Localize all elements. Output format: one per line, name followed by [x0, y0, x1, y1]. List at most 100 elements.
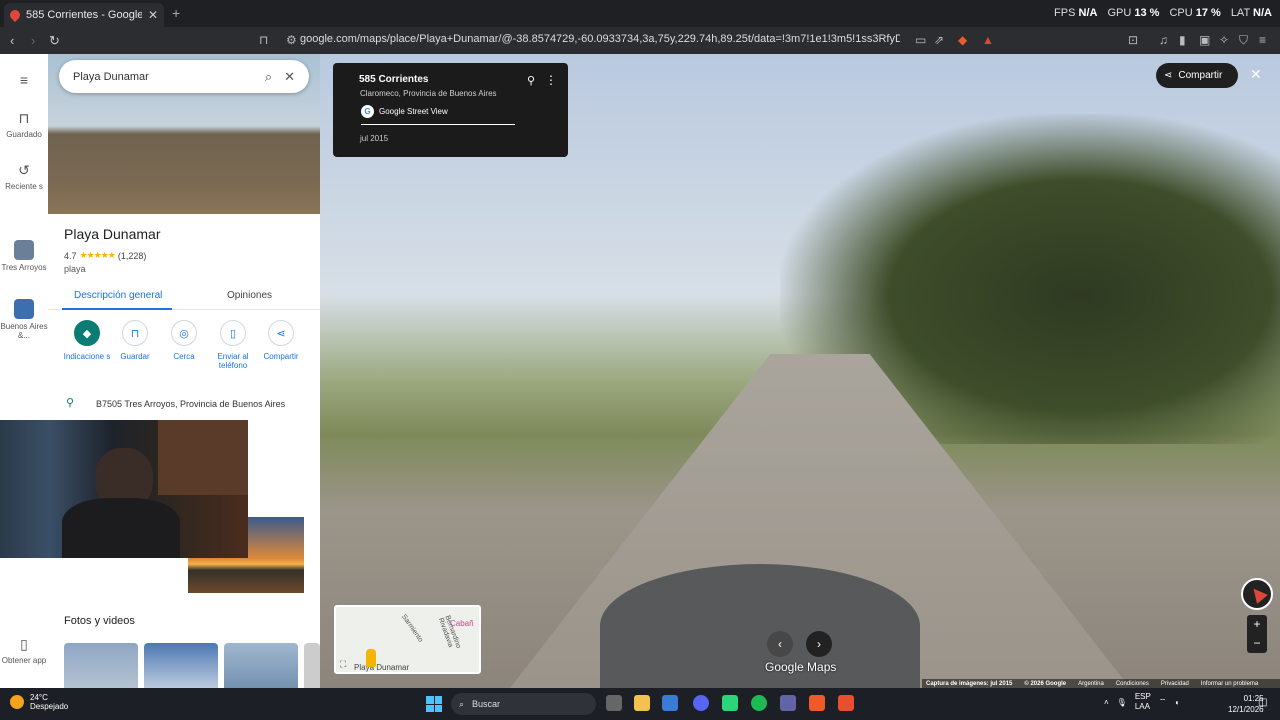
screenshot-icon[interactable]: ⊡ [1128, 33, 1138, 47]
language-indicator[interactable]: ESP LAA [1135, 692, 1151, 712]
fps-value: N/A [1078, 7, 1098, 19]
address-row[interactable]: ⚲ B7505 Tres Arroyos, Provincia de Bueno… [48, 392, 320, 416]
photo-thumbnail[interactable] [304, 643, 320, 688]
address-text[interactable]: B7505 Tres Arroyos, Provincia de Buenos … [96, 399, 285, 409]
discord-icon[interactable] [693, 695, 709, 711]
search-icon[interactable]: ⌕ [265, 69, 272, 85]
rail-get-app[interactable]: ▯ Obtener app [0, 636, 48, 665]
share-button[interactable]: ⋖ Compartir [256, 320, 306, 361]
place-rating[interactable]: 4.7 ★★★★★ (1,228) [64, 250, 146, 261]
rail-recents[interactable]: ↺ Reciente s [0, 162, 48, 191]
windows-start-icon[interactable] [426, 696, 442, 712]
hamburger-menu-icon[interactable]: ≡ [0, 72, 48, 88]
chevron-up-icon[interactable]: ˄ [1104, 698, 1109, 707]
notification-icon[interactable]: ◫ [1258, 697, 1267, 708]
review-count[interactable]: (1,228) [118, 251, 147, 261]
provider-label: Google Street View [379, 107, 448, 116]
share-streetview-button[interactable]: ⋖ Compartir [1156, 63, 1238, 88]
compass-icon[interactable] [1241, 578, 1273, 610]
vpn-icon[interactable]: ⛉ [1239, 33, 1248, 48]
back-icon[interactable]: ‹ [10, 33, 14, 48]
site-info-icon[interactable]: ⚙ [286, 33, 297, 47]
directions-icon: ◆ [74, 320, 100, 346]
rail-recent-buenos-aires[interactable]: Buenos Aires &... [0, 299, 48, 340]
location-pin-icon: ⚲ [66, 397, 75, 409]
sidebar-icon[interactable]: ▮ [1179, 33, 1186, 47]
url-field[interactable]: google.com/maps/place/Playa+Dunamar/@-38… [300, 33, 900, 45]
app-icon[interactable] [838, 695, 854, 711]
minimap-street-label: Sarmiento [399, 613, 424, 644]
bookmark-icon[interactable]: ⊓ [259, 33, 268, 47]
file-explorer-icon[interactable] [634, 695, 650, 711]
next-arrow-button[interactable]: › [806, 631, 832, 657]
weather-widget[interactable]: 24°C Despejado [10, 693, 68, 711]
maps-favicon-icon [7, 7, 23, 23]
zoom-control[interactable]: + − [1247, 615, 1267, 653]
share-icon: ⋖ [268, 320, 294, 346]
capture-date[interactable]: jul 2015 [360, 134, 388, 143]
photo-thumbnail[interactable] [144, 643, 218, 688]
cast-icon[interactable]: ▭ [915, 33, 926, 47]
tab-overview[interactable]: Descripción general [74, 290, 162, 301]
location-pin-icon[interactable]: ⚲ [527, 74, 535, 87]
close-icon[interactable]: ✕ [284, 69, 295, 85]
more-options-icon[interactable]: ⋮ [545, 73, 557, 87]
microphone-icon[interactable]: 🎙 [1117, 698, 1127, 707]
timeline-bar[interactable] [361, 124, 515, 125]
forward-icon[interactable]: › [31, 33, 35, 48]
brave-icon[interactable] [809, 695, 825, 711]
footer-terms[interactable]: Condiciones [1116, 681, 1149, 687]
browser-tab[interactable]: 585 Corrientes - Google Maps ✕ [4, 3, 164, 27]
street-view-title: 585 Corrientes [359, 74, 429, 85]
brave-shield-icon[interactable]: ◆ [958, 33, 967, 47]
place-category[interactable]: playa [64, 264, 86, 274]
webcam-person-body [62, 498, 180, 558]
rail-recent-tres-arroyos[interactable]: Tres Arroyos [0, 240, 48, 272]
close-icon[interactable]: ✕ [1250, 66, 1262, 83]
reload-icon[interactable]: ↻ [49, 33, 60, 49]
brave-rewards-icon[interactable]: ▲ [982, 33, 994, 47]
wifi-icon[interactable]: ⌔ [1159, 697, 1167, 707]
pegman-icon[interactable] [366, 649, 376, 667]
leo-icon[interactable]: ✧ [1219, 33, 1229, 47]
taskbar-search[interactable]: ⌕ Buscar [451, 693, 596, 715]
directions-button[interactable]: ◆ Indicacione s [62, 320, 112, 361]
photo-thumbnail[interactable] [64, 643, 138, 688]
share-page-icon[interactable]: ⇗ [934, 33, 944, 47]
minimap[interactable]: Sarmiento Bernardino Rivadavia Cabañ Pla… [334, 605, 481, 674]
search-input[interactable]: Playa Dunamar [73, 71, 253, 83]
copyright: © 2026 Google [1024, 680, 1067, 687]
photos-section-title: Fotos y videos [64, 615, 135, 627]
street-view-subtitle: Claromeco, Provincia de Buenos Aires [360, 89, 497, 98]
search-box[interactable]: Playa Dunamar ⌕ ✕ [59, 60, 309, 93]
photo-thumbnail[interactable] [224, 643, 298, 688]
menu-icon[interactable]: ≡ [1259, 33, 1266, 47]
imagery-date: Captura de imágenes: jul 2015 [926, 680, 1013, 687]
teams-icon[interactable] [780, 695, 796, 711]
lat-label: LAT [1230, 7, 1250, 19]
bookmark-outline-icon: ⊓ [18, 110, 30, 126]
save-button[interactable]: ⊓ Guardar [110, 320, 160, 361]
send-to-phone-button[interactable]: ▯ Enviar al teléfono [208, 320, 258, 370]
tab-reviews[interactable]: Opiniones [227, 290, 272, 301]
zoom-in-button[interactable]: + [1247, 615, 1267, 634]
street-view-info-card: 585 Corrientes Claromeco, Provincia de B… [333, 63, 568, 157]
nearby-button[interactable]: ◎ Cerca [159, 320, 209, 361]
spotify-icon[interactable] [751, 695, 767, 711]
task-view-icon[interactable] [606, 695, 622, 711]
rail-saved[interactable]: ⊓ Guardado [0, 110, 48, 139]
close-tab-icon[interactable]: ✕ [148, 8, 158, 22]
volume-icon[interactable]: ◖ [1174, 698, 1179, 707]
media-icon[interactable]: ♫ [1159, 33, 1168, 47]
whatsapp-icon[interactable] [722, 695, 738, 711]
footer-privacy[interactable]: Privacidad [1161, 681, 1189, 687]
footer-country[interactable]: Argentina [1078, 681, 1104, 687]
footer-report[interactable]: Informar un problema [1201, 681, 1258, 687]
store-icon[interactable] [662, 695, 678, 711]
performance-overlay: FPS N/A GPU 13 % CPU 17 % LAT N/A [1054, 7, 1272, 19]
wallet-icon[interactable]: ▣ [1199, 33, 1210, 47]
expand-icon[interactable]: ⛶ [340, 659, 346, 670]
new-tab-button[interactable]: + [172, 5, 180, 21]
previous-arrow-button[interactable]: ‹ [767, 631, 793, 657]
zoom-out-button[interactable]: − [1247, 634, 1267, 653]
